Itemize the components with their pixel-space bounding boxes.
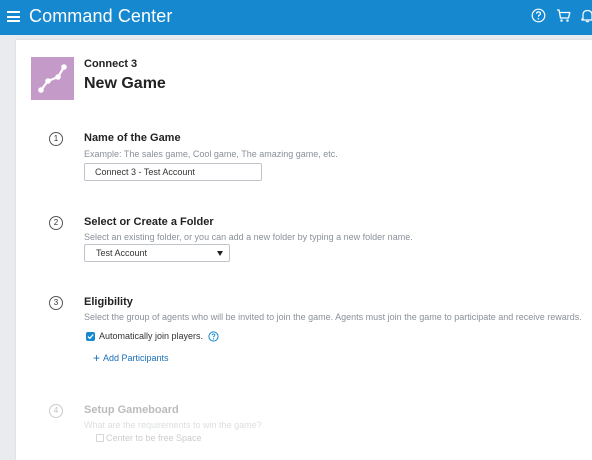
plus-icon: + (93, 351, 101, 365)
step-number-3: 3 (49, 296, 63, 310)
menu-icon[interactable] (7, 11, 20, 22)
add-participants-link[interactable]: + Add Participants (93, 352, 169, 364)
step-number-4: 4 (49, 404, 63, 418)
add-participants-label: Add Participants (103, 353, 169, 363)
game-thumbnail (31, 57, 74, 100)
connect-icon (38, 64, 67, 93)
step-help-name: Example: The sales game, Cool game, The … (84, 149, 338, 159)
caret-down-icon (217, 251, 223, 256)
step-help-gameboard: What are the requirements to win the gam… (84, 420, 262, 430)
free-space-label: Center to be free Space (106, 433, 202, 443)
step-number-1: 1 (49, 132, 63, 146)
folder-select-value: Test Account (96, 248, 148, 258)
step-title-eligibility: Eligibility (84, 296, 133, 308)
auto-join-checkbox[interactable] (86, 332, 95, 341)
checkmark-icon (87, 334, 94, 340)
bell-icon[interactable] (580, 8, 592, 23)
step-title-folder: Select or Create a Folder (84, 216, 214, 228)
step-help-folder: Select an existing folder, or you can ad… (84, 232, 413, 242)
folder-select[interactable]: Test Account (84, 244, 230, 262)
cart-icon[interactable] (556, 8, 571, 23)
game-name-input[interactable] (84, 163, 262, 181)
step-title-name: Name of the Game (84, 132, 181, 144)
game-parent-label: Connect 3 (84, 58, 138, 70)
auto-join-label: Automatically join players. (99, 331, 204, 341)
top-bar: Command Center (0, 0, 592, 35)
step-number-2: 2 (49, 216, 63, 230)
game-title: New Game (84, 75, 166, 92)
help-icon[interactable] (531, 8, 546, 23)
app-title: Command Center (29, 6, 173, 26)
step-title-gameboard: Setup Gameboard (84, 404, 179, 416)
step-help-eligibility: Select the group of agents who will be i… (84, 312, 582, 322)
question-circle-icon[interactable] (208, 331, 219, 342)
free-space-checkbox[interactable] (96, 434, 104, 442)
